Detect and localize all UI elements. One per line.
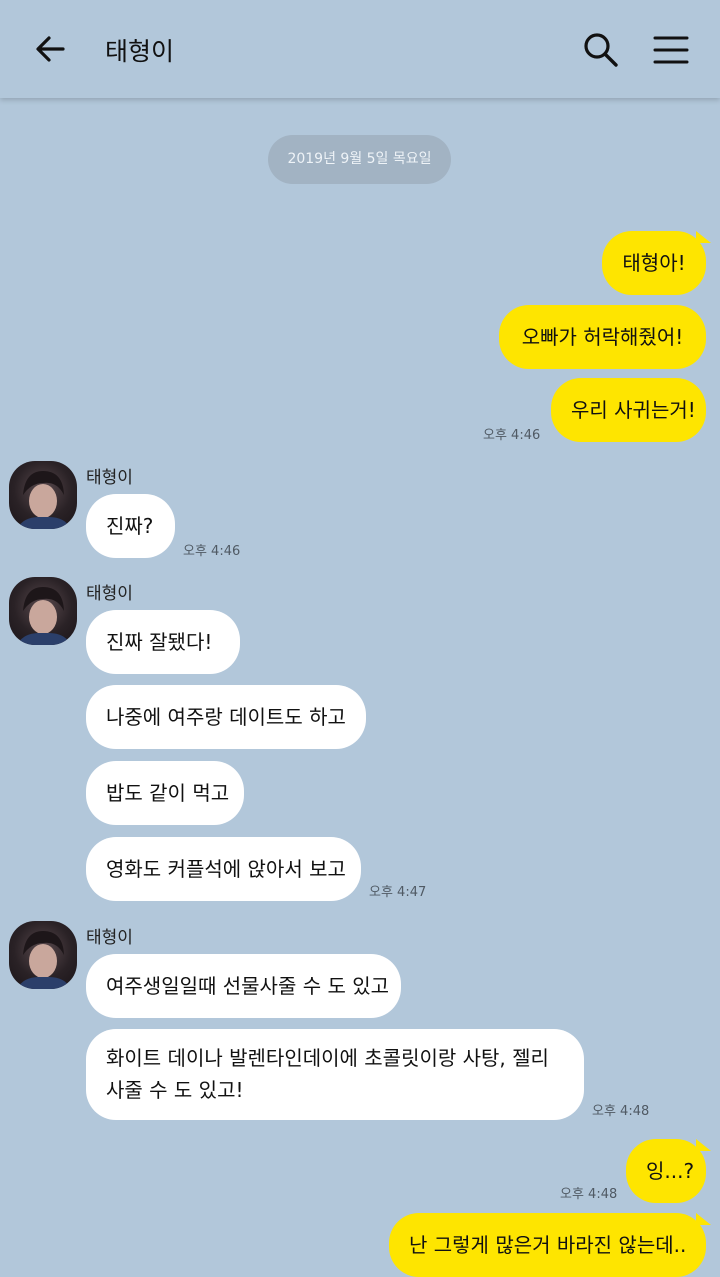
sender-name: 태형이	[86, 584, 133, 604]
avatar-image	[17, 471, 71, 529]
date-divider: 2019년 9월 5일 목요일	[268, 135, 451, 184]
message-time: 오후 4:48	[592, 1104, 650, 1119]
my-message-bubble[interactable]: 오빠가 허락해줬어!	[499, 305, 706, 369]
their-message-bubble[interactable]: 화이트 데이나 발렌타인데이에 초콜릿이랑 사탕, 젤리 사줄 수 도 있고!	[86, 1029, 584, 1120]
chat-title: 태형이	[105, 37, 175, 66]
sender-name: 태형이	[86, 928, 133, 948]
my-message-bubble[interactable]: 우리 사귀는거!	[551, 378, 706, 442]
menu-button[interactable]	[651, 30, 691, 70]
avatar-image	[17, 931, 71, 989]
bubble-tail	[696, 231, 711, 243]
bubble-tail	[696, 1139, 711, 1151]
bubble-tail	[696, 1213, 711, 1225]
avatar[interactable]	[9, 921, 77, 989]
sender-name: 태형이	[86, 468, 133, 488]
message-time: 오후 4:47	[369, 885, 427, 900]
their-message-bubble[interactable]: 여주생일일때 선물사줄 수 도 있고	[86, 954, 401, 1018]
message-time: 오후 4:46	[183, 544, 241, 559]
back-button[interactable]	[30, 30, 70, 70]
my-message-bubble[interactable]: 태형아!	[602, 231, 706, 295]
their-message-bubble[interactable]: 영화도 커플석에 앉아서 보고	[86, 837, 361, 901]
search-button[interactable]	[580, 29, 622, 71]
arrow-left-icon	[36, 36, 65, 62]
their-message-bubble[interactable]: 진짜?	[86, 494, 175, 558]
their-message-bubble[interactable]: 나중에 여주랑 데이트도 하고	[86, 685, 366, 749]
my-message-bubble[interactable]: 난 그렇게 많은거 바라진 않는데..	[389, 1213, 706, 1277]
my-message-bubble[interactable]: 잉...?	[626, 1139, 706, 1203]
search-icon	[584, 33, 618, 67]
their-message-bubble[interactable]: 진짜 잘됐다!	[86, 610, 240, 674]
message-time: 오후 4:46	[483, 428, 541, 443]
their-message-bubble[interactable]: 밥도 같이 먹고	[86, 761, 244, 825]
chat-header: 태형이	[0, 0, 720, 98]
message-time: 오후 4:48	[560, 1187, 618, 1202]
avatar[interactable]	[9, 577, 77, 645]
avatar-image	[17, 587, 71, 645]
menu-icon	[653, 36, 689, 64]
avatar[interactable]	[9, 461, 77, 529]
